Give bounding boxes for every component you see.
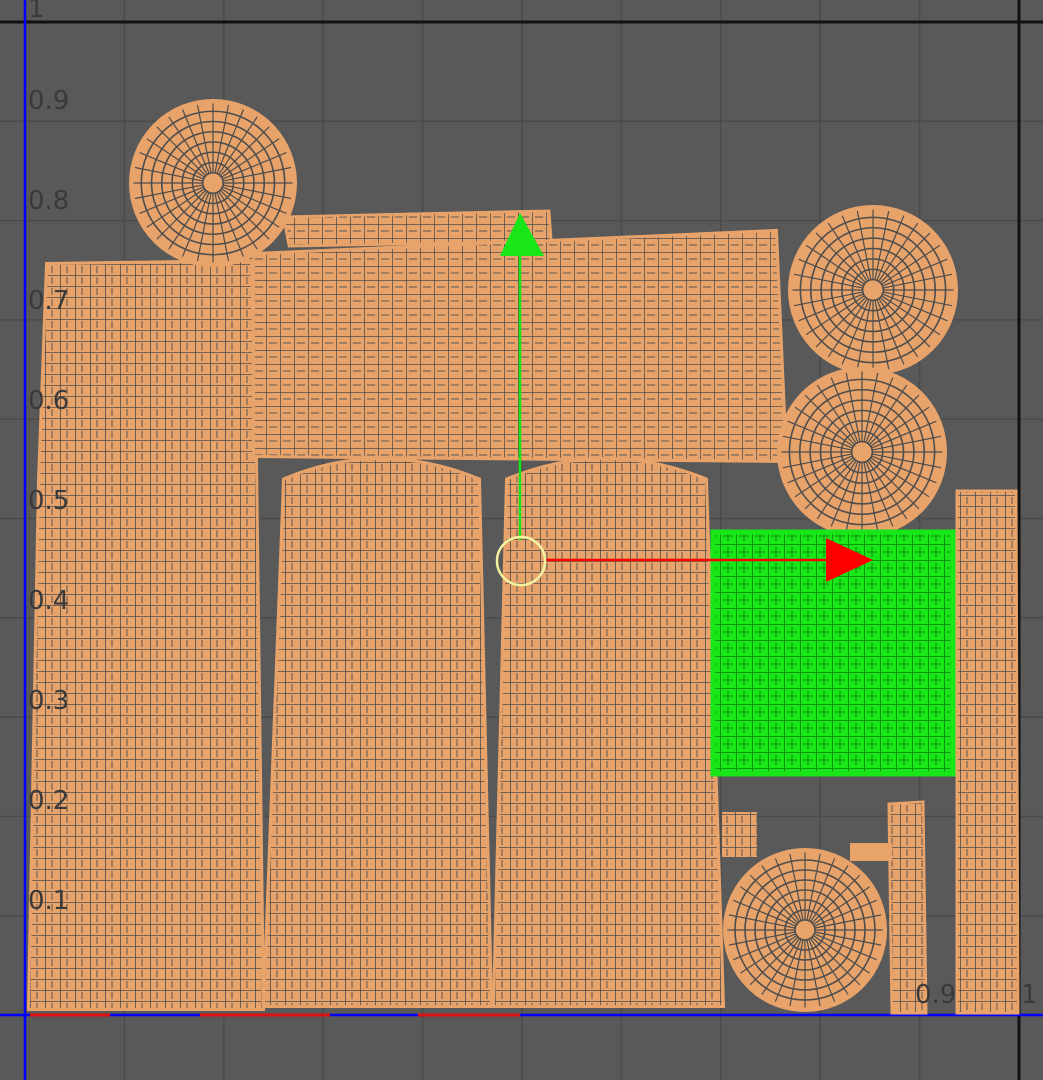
uv-shell-left-tall[interactable] — [26, 258, 266, 1011]
uv-shell-cap-1[interactable] — [129, 99, 297, 267]
uv-shell-cap-3[interactable] — [777, 367, 947, 537]
uv-canvas[interactable] — [0, 0, 1043, 1080]
uv-shell-cap-4[interactable] — [723, 848, 887, 1012]
uv-editor-viewport[interactable]: 1 0.9 0.8 0.7 0.6 0.5 0.4 0.3 0.2 0.1 0.… — [0, 0, 1043, 1080]
uv-shell-right-column[interactable] — [491, 457, 726, 1008]
uv-shell-tall-strip[interactable] — [955, 489, 1020, 1015]
uv-shell-cap-2[interactable] — [788, 205, 958, 375]
uv-shell-middle-column[interactable] — [261, 457, 494, 1008]
